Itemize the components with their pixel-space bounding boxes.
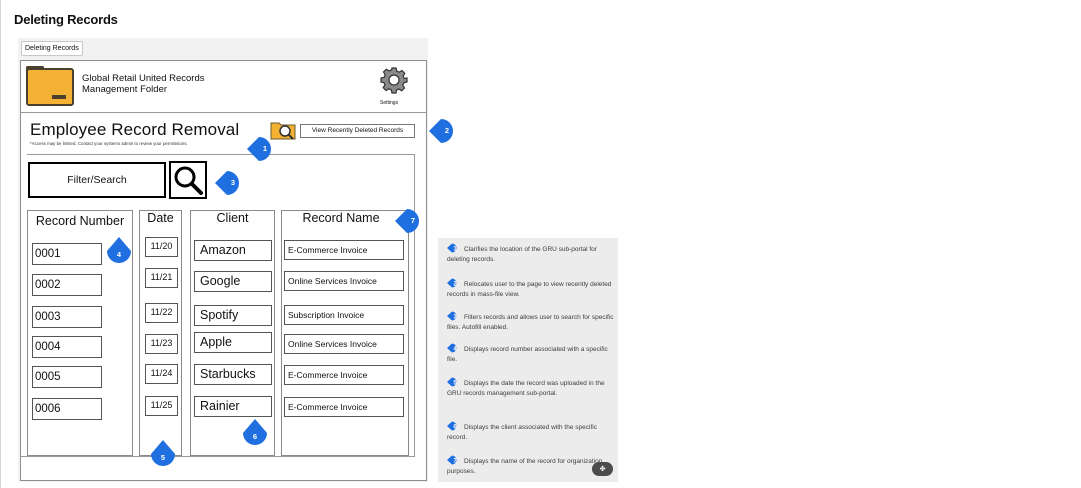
svg-text:3: 3 xyxy=(453,315,457,321)
content-right-rule xyxy=(414,154,415,456)
date-cell[interactable]: 11/24 xyxy=(145,364,178,384)
record-name-header: Record Name xyxy=(302,211,380,225)
date-cell[interactable]: 11/20 xyxy=(145,237,178,257)
legend-item-2: 2 Relocates user to the page to view rece… xyxy=(447,278,615,300)
callout-marker-3: 3 xyxy=(214,168,244,198)
content-bottom-rule xyxy=(21,456,415,457)
app-title-line1: Global Retail United Records xyxy=(82,73,205,84)
client-cell[interactable]: Apple xyxy=(194,332,272,353)
date-cell[interactable]: 11/21 xyxy=(145,268,178,288)
record-name-cell[interactable]: Online Services Invoice xyxy=(284,334,404,354)
app-title: Global Retail United Records Management … xyxy=(82,73,232,95)
content-top-rule xyxy=(27,154,415,155)
record-name-cell[interactable]: Online Services Invoice xyxy=(284,271,404,291)
callout-marker-5: 5 xyxy=(148,439,178,471)
record-number-cell[interactable]: 0006 xyxy=(32,398,102,420)
callout-marker-1: 1 xyxy=(246,134,276,164)
client-cell[interactable]: Google xyxy=(194,271,272,292)
client-cell[interactable]: Amazon xyxy=(194,240,272,261)
record-number-header: Record Number xyxy=(35,214,125,228)
client-cell[interactable]: Rainier xyxy=(194,396,272,417)
record-number-cell[interactable]: 0004 xyxy=(32,336,102,358)
callout-marker-4: 4 xyxy=(104,236,134,268)
gear-icon[interactable] xyxy=(380,66,408,94)
record-number-cell[interactable]: 0001 xyxy=(32,243,102,265)
svg-text:4: 4 xyxy=(453,347,457,353)
svg-text:5: 5 xyxy=(453,381,457,387)
view-recently-deleted-button[interactable]: View Recently Deleted Records xyxy=(300,124,415,138)
svg-text:7: 7 xyxy=(453,459,457,465)
legend-item-7: 7 Displays the name of the record for org… xyxy=(447,455,615,477)
legend-item-6: 6 Displays the client associated with the… xyxy=(447,421,615,443)
date-cell[interactable]: 11/23 xyxy=(145,334,178,354)
record-name-cell[interactable]: E-Commerce Invoice xyxy=(284,397,404,417)
record-number-cell[interactable]: 0003 xyxy=(32,306,102,328)
svg-text:1: 1 xyxy=(453,247,457,253)
record-name-cell[interactable]: Subscription Invoice xyxy=(284,305,404,325)
search-button[interactable] xyxy=(169,161,207,199)
client-cell[interactable]: Starbucks xyxy=(194,364,272,385)
filter-search-input[interactable]: Filter/Search xyxy=(28,162,166,198)
date-cell[interactable]: 11/22 xyxy=(145,303,178,323)
mockup-tab[interactable]: Deleting Records xyxy=(21,41,83,56)
access-note: *Access may be limited. Contact your sys… xyxy=(30,141,188,146)
date-header: Date xyxy=(147,211,174,225)
client-header: Client xyxy=(216,211,249,225)
left-divider xyxy=(0,0,1,488)
settings-label: Settings xyxy=(380,100,399,106)
legend-item-4: 4 Displays record number associated with … xyxy=(447,343,615,365)
callout-marker-2: 2 xyxy=(428,116,458,146)
record-number-cell[interactable]: 0005 xyxy=(32,366,102,388)
record-name-cell[interactable]: E-Commerce Invoice xyxy=(284,365,404,385)
record-number-cell[interactable]: 0002 xyxy=(32,274,102,296)
header-divider xyxy=(21,112,426,113)
callout-marker-6: 6 xyxy=(240,418,270,450)
legend-item-5: 5 Displays the date the record was upload… xyxy=(447,377,615,399)
folder-icon-label xyxy=(52,95,66,99)
app-title-line2: Management Folder xyxy=(82,84,168,95)
callout-marker-7: 7 xyxy=(394,206,424,236)
folder-icon xyxy=(26,68,74,106)
legend-item-3: 3 Filters records and allows user to sear… xyxy=(447,311,615,333)
record-name-cell[interactable]: E-Commerce Invoice xyxy=(284,240,404,260)
svg-text:2: 2 xyxy=(453,282,457,288)
form-title: Employee Record Removal xyxy=(30,120,240,139)
date-cell[interactable]: 11/25 xyxy=(145,396,178,416)
client-cell[interactable]: Spotify xyxy=(194,305,272,326)
page-heading: Deleting Records xyxy=(14,12,118,27)
magic-wand-icon[interactable]: ✤ xyxy=(592,462,613,476)
magnifier-icon xyxy=(174,166,203,195)
legend-item-1: 1 Clarifies the location of the GRU sub-p… xyxy=(447,243,615,265)
svg-text:6: 6 xyxy=(453,425,457,431)
